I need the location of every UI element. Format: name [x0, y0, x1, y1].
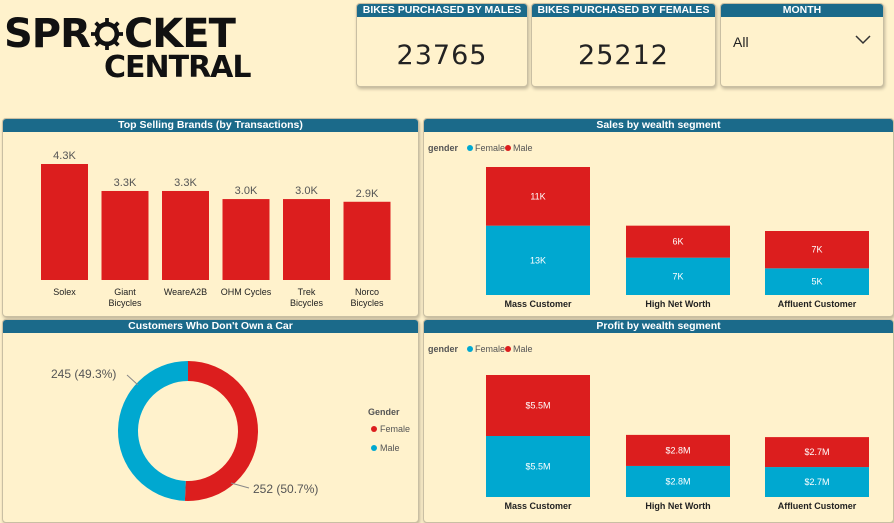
legend-marker [505, 145, 511, 151]
donut-chart-title: Customers Who Don't Own a Car [3, 320, 418, 333]
brand-tick-label: WeareA2B [164, 287, 207, 297]
brand-tick-label: Bicycles [290, 298, 324, 308]
legend-marker [467, 346, 473, 352]
brand-bar [41, 164, 88, 280]
segment-data-label: 6K [672, 237, 683, 247]
legend-title: gender [428, 143, 459, 153]
brands-chart-title: Top Selling Brands (by Transactions) [3, 119, 418, 132]
brands-bar-chart: 4.3KSolex3.3KGiantBicycles3.3KWeareA2B3.… [41, 150, 391, 308]
brand-tick-label: Giant [114, 287, 136, 297]
brand-tick-label: Bicycles [108, 298, 142, 308]
segment-data-label: 11K [530, 191, 545, 201]
month-slicer: MONTH All [720, 3, 884, 87]
legend-marker [505, 346, 511, 352]
segment-tick-label: Affluent Customer [778, 299, 857, 309]
brand-data-label: 3.3K [114, 177, 137, 189]
legend-marker [467, 145, 473, 151]
segment-data-label: 13K [530, 255, 546, 265]
segment-data-label: $2.8M [665, 476, 690, 486]
kpi-value-males: 23765 [396, 40, 488, 71]
month-dropdown[interactable]: All [727, 24, 877, 50]
logo-text-a: SPR [4, 11, 91, 57]
logo-text-central: CENTRAL [104, 50, 252, 85]
segment-tick-label: Mass Customer [504, 299, 572, 309]
segment-data-label: 7K [811, 245, 822, 255]
legend-title: gender [428, 344, 459, 354]
segment-data-label: 5K [811, 277, 822, 287]
kpi-value-females: 25212 [578, 40, 669, 71]
segment-data-label: $2.8M [665, 445, 690, 455]
brand-bar [283, 199, 330, 280]
leader-line [126, 374, 139, 386]
segment-data-label: $5.5M [525, 462, 550, 472]
brand-data-label: 4.3K [53, 150, 76, 162]
segment-data-label: $5.5M [525, 401, 550, 411]
legend-label: Male [513, 344, 533, 354]
legend-label: Male [380, 443, 400, 453]
chevron-down-icon[interactable] [855, 32, 871, 48]
kpi-label-males: BIKES PURCHASED BY MALES [357, 4, 527, 17]
sales-chart-card: Sales by wealth segment gender Female Male… [423, 118, 894, 317]
profit-stacked-chart: gender Female Male $5.5M $5.5M Mass Customer $… [428, 344, 869, 511]
brands-chart-card: Top Selling Brands (by Transactions) 4.3… [2, 118, 419, 317]
legend-label: Female [475, 344, 505, 354]
brand-tick-label: Bicycles [350, 298, 384, 308]
legend-label: Female [380, 424, 410, 434]
segment-data-label: 7K [672, 271, 683, 281]
brand-tick-label: OHM Cycles [221, 287, 272, 297]
legend-label: Female [475, 143, 505, 153]
segment-data-label: $2.7M [804, 477, 829, 487]
brand-tick-label: Norco [355, 287, 379, 297]
brand-tick-label: Solex [53, 287, 76, 297]
donut-data-label: 252 (50.7%) [253, 482, 318, 496]
segment-tick-label: Mass Customer [504, 501, 572, 511]
legend-marker [371, 426, 377, 432]
donut-chart-card: Customers Who Don't Own a Car 252 (50.7%… [2, 319, 419, 523]
car-ownership-donut: 252 (50.7%) 245 (49.3%) Gender Female Male [51, 361, 410, 501]
leader-line [230, 482, 250, 489]
brand-data-label: 3.3K [174, 177, 197, 189]
profit-chart-title: Profit by wealth segment [424, 320, 893, 333]
month-dropdown-value: All [733, 34, 749, 50]
donut-slice [184, 361, 258, 501]
brand-data-label: 3.0K [235, 185, 258, 197]
logo: SPR CKET CENTRAL [4, 14, 254, 86]
brand-tick-label: Trek [298, 287, 316, 297]
segment-data-label: $2.7M [804, 447, 829, 457]
segment-tick-label: High Net Worth [645, 299, 710, 309]
donut-slice [117, 361, 188, 501]
brand-bar [343, 201, 391, 280]
brand-bar [222, 199, 270, 280]
sales-stacked-chart: gender Female Male 13K 11K Mass Customer 7K 6K H… [428, 143, 869, 309]
brand-bar [162, 190, 209, 280]
profit-chart-card: Profit by wealth segment gender Female Mal… [423, 319, 894, 523]
kpi-label-females: BIKES PURCHASED BY FEMALES [532, 4, 715, 17]
legend-label: Male [513, 143, 533, 153]
legend-marker [371, 445, 377, 451]
sales-chart-title: Sales by wealth segment [424, 119, 893, 132]
sprocket-gear-icon [90, 17, 124, 50]
segment-tick-label: High Net Worth [645, 501, 710, 511]
brand-data-label: 2.9K [356, 188, 379, 200]
brand-bar [101, 190, 149, 280]
kpi-card-females: BIKES PURCHASED BY FEMALES 25212 [531, 3, 716, 87]
month-slicer-label: MONTH [721, 4, 883, 17]
segment-tick-label: Affluent Customer [778, 501, 857, 511]
brand-data-label: 3.0K [295, 185, 318, 197]
kpi-card-males: BIKES PURCHASED BY MALES 23765 [356, 3, 528, 87]
legend-title: Gender [368, 407, 400, 417]
donut-data-label: 245 (49.3%) [51, 367, 116, 381]
